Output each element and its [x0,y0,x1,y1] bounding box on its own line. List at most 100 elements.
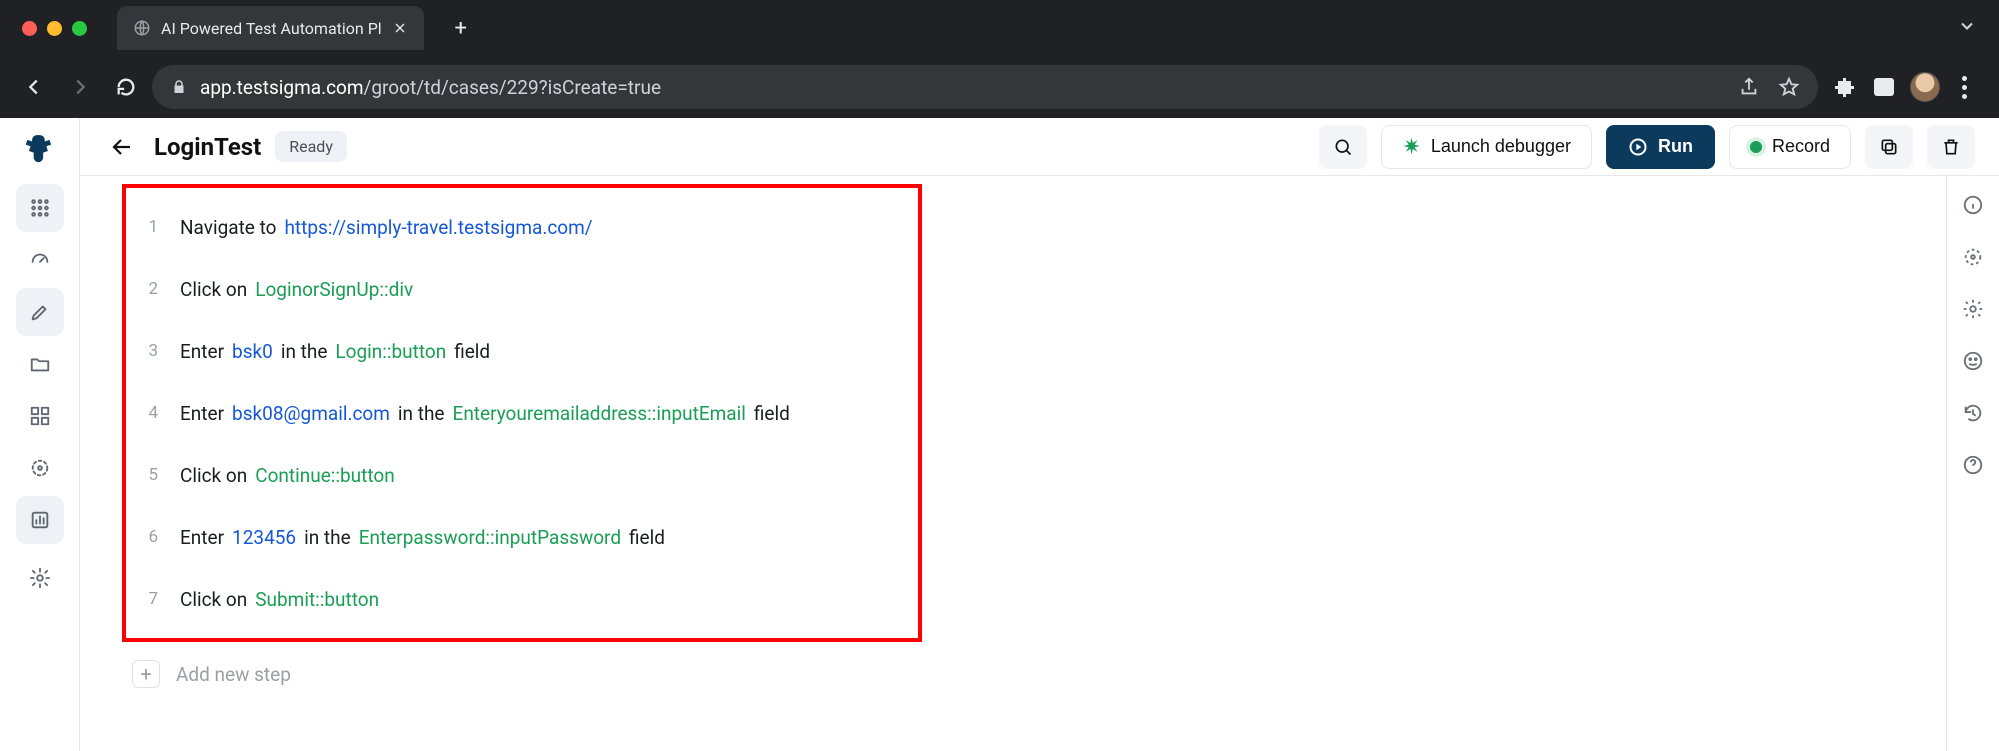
step-token-plain: field [754,402,790,425]
step-number: 1 [140,217,158,237]
test-step-row[interactable]: 4 Enterbsk08@gmail.comin theEnteryouremai… [132,382,912,444]
record-button[interactable]: Record [1729,125,1851,169]
gear-icon[interactable] [1962,298,1984,320]
test-step-row[interactable]: 7 Click on Submit::button [132,568,912,630]
search-icon [1333,137,1353,157]
browser-nav-bar: app.testsigma.com/groot/td/cases/229?isC… [0,56,1999,118]
step-number: 6 [140,527,158,547]
rail-speed[interactable] [16,236,64,284]
copy-button[interactable] [1865,125,1913,169]
step-number: 2 [140,279,158,299]
rail-apps[interactable] [16,392,64,440]
step-token-elem: Enteryouremailaddress::inputEmail [453,402,746,425]
run-button[interactable]: Run [1606,125,1715,169]
test-step-row[interactable]: 2 Click onLoginorSignUp::div [132,258,912,320]
step-number: 7 [140,589,158,609]
step-token-plain: Click on [180,464,247,487]
test-step-row[interactable]: 3 Enter bsk0 in the Login::button field [132,320,912,382]
search-button[interactable] [1319,125,1367,169]
browser-chrome: AI Powered Test Automation Pl + app.test… [0,0,1999,118]
step-token-elem: Continue::button [255,464,395,487]
step-token-elem: Submit::button [255,588,379,611]
step-token-plain: Click on [180,588,247,611]
url-bar[interactable]: app.testsigma.com/groot/td/cases/229?isC… [152,65,1818,109]
extensions-icon[interactable] [1834,75,1858,99]
app-logo-icon[interactable] [21,132,59,170]
page-title: LoginTest [154,133,261,161]
status-badge: Ready [275,131,347,162]
left-rail [0,118,80,751]
close-icon[interactable] [392,20,408,36]
rail-folder[interactable] [16,340,64,388]
record-icon [1750,141,1762,153]
star-icon[interactable] [1778,76,1800,98]
step-token-elem: Enterpassword::inputPassword [359,526,621,549]
step-token-plain: Click on [180,278,247,301]
step-token-elem: Login::button [335,340,446,363]
topbar: LoginTest Ready ✷ Launch debugger Run Re… [80,118,1999,176]
rail-edit[interactable] [16,288,64,336]
step-token-val: bsk0 [232,340,273,363]
step-token-plain: Enter [180,340,224,363]
step-token-plain: Navigate to [180,216,276,239]
step-number: 3 [140,341,158,361]
rail-reports[interactable] [16,496,64,544]
profile-avatar[interactable] [1910,72,1940,102]
step-number: 4 [140,403,158,423]
delete-button[interactable] [1927,125,1975,169]
info-icon[interactable] [1962,194,1984,216]
extensions-area [1824,72,1985,102]
steps-area: 1 Navigate to https://simply-travel.testsi… [122,176,1946,751]
browser-menu-button[interactable] [1954,76,1975,99]
new-tab-button[interactable]: + [444,11,478,45]
rail-settings[interactable] [16,554,64,602]
panel-icon[interactable] [1872,75,1896,99]
nav-reload-button[interactable] [106,67,146,107]
window-close-button[interactable] [22,21,37,36]
step-text: Navigate to https://simply-travel.testsig… [180,216,593,239]
globe-icon [133,19,151,37]
test-step-row[interactable]: 1 Navigate to https://simply-travel.testsi… [132,196,912,258]
tabs-chevron-icon[interactable] [1957,16,1977,40]
window-maximize-button[interactable] [72,21,87,36]
step-text: Enter 123456 in the Enterpassword::inputPas… [180,526,665,549]
step-text: Enter bsk0 in the Login::button field [180,340,490,363]
launch-debugger-button[interactable]: ✷ Launch debugger [1381,125,1592,169]
step-token-plain: in the [281,340,328,363]
history-icon[interactable] [1962,402,1984,424]
back-button[interactable] [104,129,140,165]
add-step-row[interactable]: + Add new step [122,642,1946,688]
tab-title: AI Powered Test Automation Pl [161,19,382,38]
step-text: Click onLoginorSignUp::div [180,278,413,301]
step-text: Click on Submit::button [180,588,379,611]
browser-tab[interactable]: AI Powered Test Automation Pl [117,6,424,50]
help-icon[interactable] [1962,454,1984,476]
test-step-row[interactable]: 6 Enter 123456 in the Enterpassword::inputPa… [132,506,912,568]
nav-back-button[interactable] [14,67,54,107]
step-text: Click on Continue::button [180,464,395,487]
step-token-plain: in the [398,402,445,425]
traffic-lights [12,21,97,36]
trash-icon [1941,137,1961,157]
right-rail [1946,176,1999,751]
copy-icon [1879,137,1899,157]
step-token-plain: field [454,340,490,363]
face-icon[interactable] [1962,350,1984,372]
target-dashed-icon[interactable] [1962,246,1984,268]
step-token-plain: in the [304,526,351,549]
main: LoginTest Ready ✷ Launch debugger Run Re… [80,118,1999,751]
step-token-val: 123456 [232,526,296,549]
page-body: 1 Navigate to https://simply-travel.testsi… [80,176,1999,751]
window-minimize-button[interactable] [47,21,62,36]
step-token-link: https://simply-travel.testsigma.com/ [284,216,592,239]
nav-forward-button[interactable] [60,67,100,107]
step-text: Enterbsk08@gmail.comin theEnteryouremail… [180,402,790,425]
test-step-row[interactable]: 5 Click on Continue::button [132,444,912,506]
rail-dashboard[interactable] [16,184,64,232]
rail-target[interactable] [16,444,64,492]
step-token-plain: Enter [180,526,224,549]
share-icon[interactable] [1738,76,1760,98]
step-number: 5 [140,465,158,485]
lock-icon [170,78,188,96]
step-token-plain: field [629,526,665,549]
